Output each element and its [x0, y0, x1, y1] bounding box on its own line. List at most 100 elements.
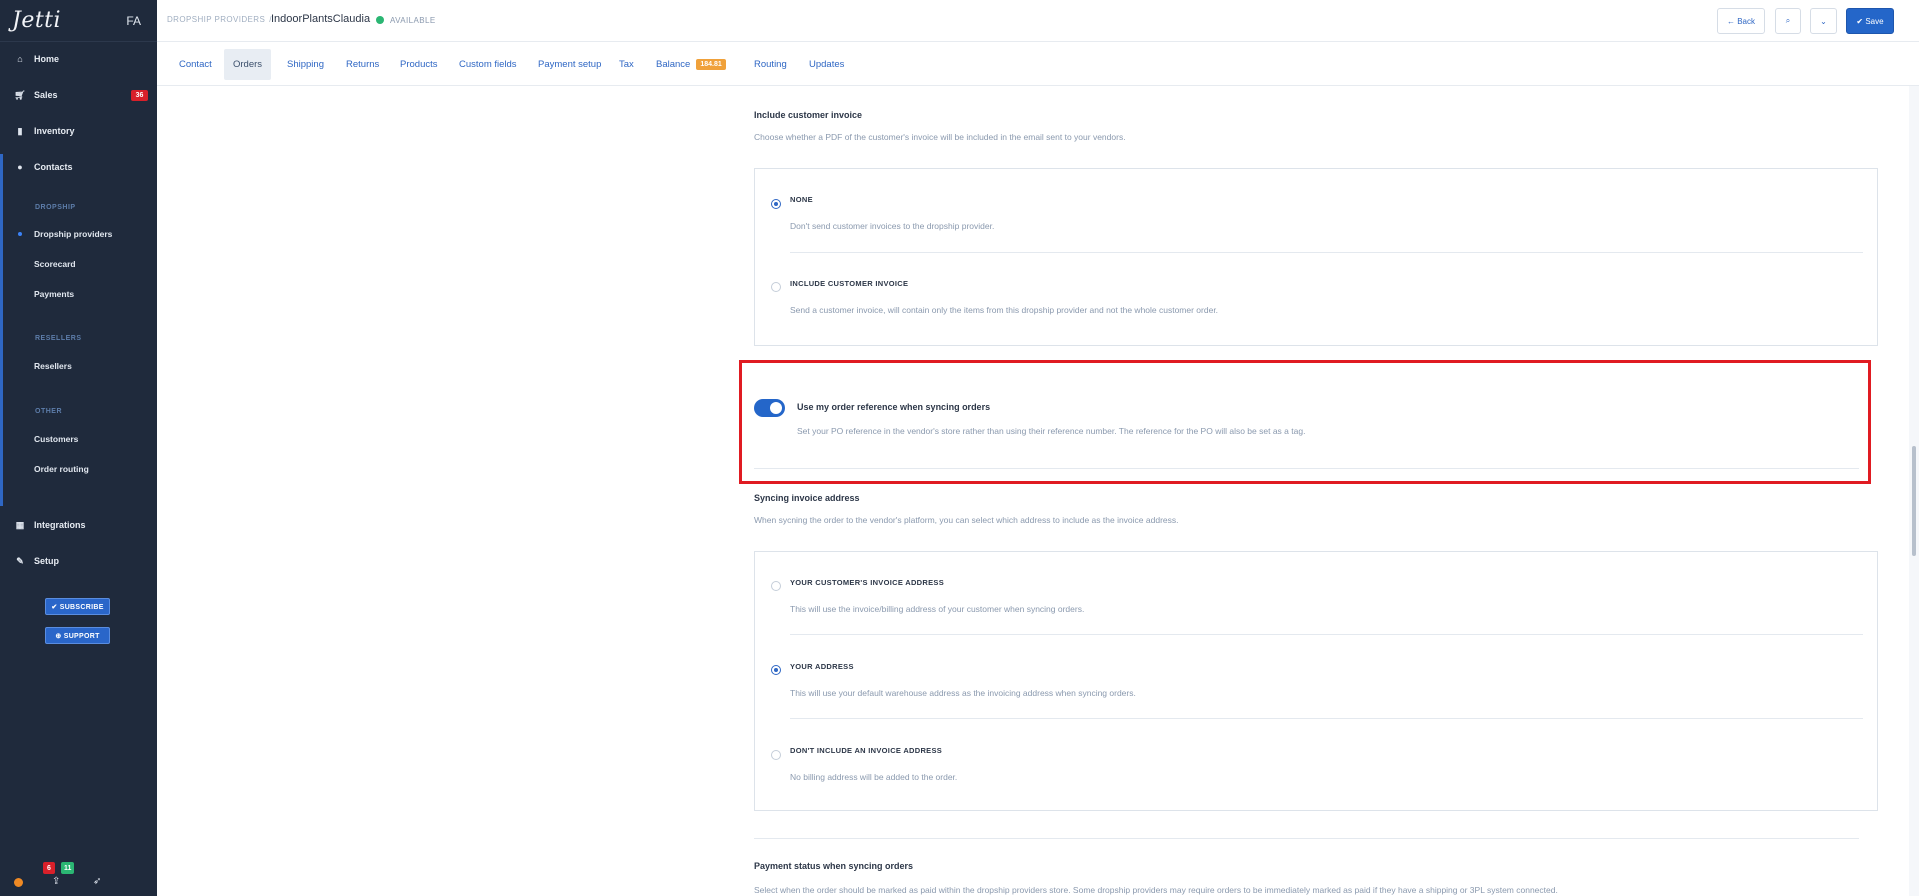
- chevron-down-icon: ⌄: [1820, 16, 1827, 26]
- upload-icon[interactable]: ⇪: [52, 876, 60, 887]
- option-title: YOUR CUSTOMER'S INVOICE ADDRESS: [790, 578, 945, 587]
- section-label-dropship: DROPSHIP: [35, 204, 76, 211]
- section-desc-syncing-invoice: When sycning the order to the vendor's p…: [754, 515, 1179, 525]
- invoice-options-box: NONE Don't send customer invoices to the…: [754, 168, 1878, 346]
- sidebar-item-label: Home: [34, 54, 60, 64]
- page-header: DROPSHIP PROVIDERS / IndoorPlantsClaudia …: [157, 0, 1919, 42]
- updates-badge: 11: [61, 862, 75, 874]
- sidebar-item-scorecard[interactable]: Scorecard: [34, 259, 76, 269]
- tab-contact[interactable]: Contact: [170, 49, 221, 80]
- bookmark-icon: ▮: [17, 125, 23, 136]
- tab-balance-label: Balance: [656, 59, 691, 70]
- sidebar-item-label: Setup: [34, 556, 60, 566]
- tab-custom-fields[interactable]: Custom fields: [450, 49, 526, 80]
- link-icon: ⌕: [1785, 16, 1791, 25]
- breadcrumb-dropship-providers[interactable]: DROPSHIP PROVIDERS: [167, 15, 265, 24]
- radio-none[interactable]: [771, 199, 781, 209]
- divider: [790, 252, 1863, 253]
- subscribe-button[interactable]: ✔ SUBSCRIBE: [45, 598, 110, 615]
- tab-shipping[interactable]: Shipping: [278, 49, 333, 80]
- section-desc-include-invoice: Choose whether a PDF of the customer's i…: [754, 132, 1126, 142]
- option-desc: Don't send customer invoices to the drop…: [790, 221, 995, 231]
- invoice-address-options-box: YOUR CUSTOMER'S INVOICE ADDRESS This wil…: [754, 551, 1878, 811]
- radio-include-customer-invoice[interactable]: [771, 282, 781, 292]
- highlight-box: [739, 360, 1871, 484]
- section-title-syncing-invoice: Syncing invoice address: [754, 493, 860, 503]
- option-title: YOUR ADDRESS: [790, 662, 854, 671]
- page-title: IndoorPlantsClaudia: [271, 13, 371, 25]
- radio-customer-invoice-address[interactable]: [771, 581, 781, 591]
- sidebar-footer: 6 11 ⇪ ➶: [0, 862, 157, 896]
- status-indicator-icon[interactable]: [14, 878, 23, 887]
- option-title: INCLUDE CUSTOMER INVOICE: [790, 279, 909, 288]
- sidebar-item-customers[interactable]: Customers: [34, 434, 78, 444]
- sidebar-item-home[interactable]: ⌂ Home: [0, 47, 157, 71]
- link-button[interactable]: ⌕: [1775, 8, 1801, 34]
- support-button[interactable]: ⊕ SUPPORT: [45, 627, 110, 644]
- sidebar-item-dropship-providers[interactable]: Dropship providers: [34, 229, 112, 239]
- status-dot-icon: [376, 16, 384, 24]
- jetti-logo[interactable]: Jetti: [12, 8, 61, 33]
- sidebar-item-label: Inventory: [34, 126, 75, 136]
- tab-tax[interactable]: Tax: [610, 49, 643, 80]
- sidebar-item-resellers[interactable]: Resellers: [34, 361, 72, 371]
- radio-your-address[interactable]: [771, 665, 781, 675]
- rocket-icon[interactable]: ➶: [93, 876, 101, 887]
- sidebar-item-label: Sales: [34, 90, 58, 100]
- cart-icon: 🛒︎: [14, 89, 26, 100]
- sidebar-item-setup[interactable]: ✎ Setup: [0, 549, 157, 573]
- tab-updates[interactable]: Updates: [800, 49, 853, 80]
- balance-badge: 184.81: [696, 59, 726, 70]
- tab-returns[interactable]: Returns: [337, 49, 388, 80]
- divider: [754, 468, 1859, 469]
- sidebar-item-contacts[interactable]: ● Contacts: [0, 155, 157, 179]
- section-label-resellers: RESELLERS: [35, 335, 82, 342]
- home-icon: ⌂: [17, 54, 23, 64]
- breadcrumb[interactable]: DROPSHIP PROVIDERS /: [167, 15, 276, 24]
- tab-orders[interactable]: Orders: [224, 49, 272, 80]
- grid-icon: ▦: [15, 519, 25, 530]
- sidebar-item-integrations[interactable]: ▦ Integrations: [0, 513, 157, 537]
- sidebar-item-inventory[interactable]: ▮ Inventory: [0, 119, 157, 143]
- option-desc: This will use your default warehouse add…: [790, 688, 1136, 698]
- status-badge: AVAILABLE: [390, 16, 436, 25]
- user-icon: ●: [17, 162, 23, 172]
- section-title-include-invoice: Include customer invoice: [754, 110, 863, 120]
- save-button[interactable]: ✔ Save: [1846, 8, 1894, 34]
- active-dot-icon: [18, 232, 22, 236]
- section-title-payment-status: Payment status when syncing orders: [754, 861, 914, 871]
- sidebar: Jetti FA ⌂ Home 🛒︎ Sales 36 ▮ Inventory …: [0, 0, 157, 896]
- tab-balance[interactable]: Balance 184.81: [647, 49, 735, 80]
- more-dropdown-button[interactable]: ⌄: [1810, 8, 1837, 34]
- sidebar-item-payments[interactable]: Payments: [34, 289, 74, 299]
- sidebar-item-label: Contacts: [34, 162, 73, 172]
- section-desc-payment-status: Select when the order should be marked a…: [754, 885, 1558, 895]
- user-avatar[interactable]: FA: [126, 14, 141, 28]
- tab-routing[interactable]: Routing: [745, 49, 796, 80]
- scrollbar[interactable]: [1909, 86, 1919, 896]
- divider: [790, 718, 1863, 719]
- option-desc: No billing address will be added to the …: [790, 772, 958, 782]
- radio-no-invoice-address[interactable]: [771, 750, 781, 760]
- tab-products[interactable]: Products: [391, 49, 447, 80]
- option-title: NONE: [790, 195, 813, 204]
- tab-payment-setup[interactable]: Payment setup: [529, 49, 610, 80]
- notification-badge: 6: [43, 862, 55, 874]
- active-section-indicator: [0, 154, 3, 506]
- wrench-icon: ✎: [16, 555, 24, 566]
- section-label-other: OTHER: [35, 408, 62, 415]
- option-title: DON'T INCLUDE AN INVOICE ADDRESS: [790, 746, 943, 755]
- tab-bar: Contact Orders Shipping Returns Products…: [157, 43, 1919, 86]
- option-desc: Send a customer invoice, will contain on…: [790, 305, 1219, 315]
- sales-count-badge: 36: [131, 90, 148, 101]
- order-reference-toggle[interactable]: [754, 399, 785, 417]
- option-desc: This will use the invoice/billing addres…: [790, 604, 1085, 614]
- divider: [790, 634, 1863, 635]
- scrollbar-thumb[interactable]: [1912, 446, 1916, 556]
- back-button[interactable]: ← Back: [1717, 8, 1765, 34]
- sidebar-header: Jetti FA: [0, 0, 157, 42]
- sidebar-item-order-routing[interactable]: Order routing: [34, 464, 89, 474]
- divider: [754, 838, 1859, 839]
- orders-settings: Include customer invoice Choose whether …: [157, 86, 1919, 896]
- sidebar-item-label: Integrations: [34, 520, 86, 530]
